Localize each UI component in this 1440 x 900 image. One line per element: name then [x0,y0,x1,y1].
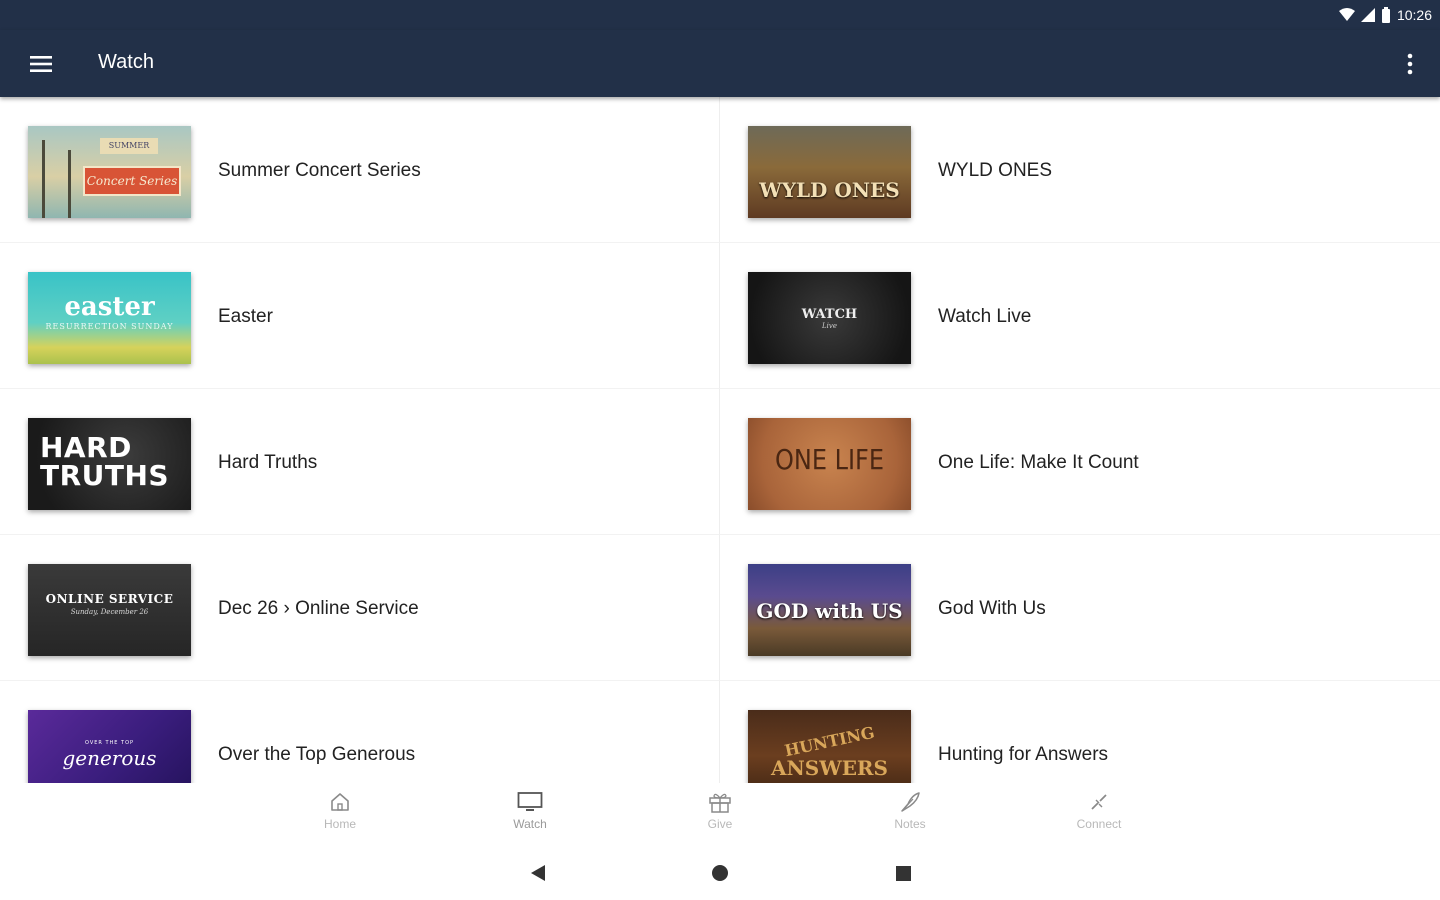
battery-icon [1381,7,1390,23]
home-icon [331,793,349,811]
status-bar: 10:26 [0,0,1440,30]
quill-icon [901,792,920,812]
list-item[interactable]: WATCH Live Watch Live [720,243,1440,389]
thumbnail-image: SUMMER Concert Series [28,126,191,218]
nav-home[interactable]: Home [295,791,385,831]
thumbnail-image: HUNTING ANSWERS [748,710,911,783]
series-grid: SUMMER Concert Series Summer Concert Ser… [0,97,1440,783]
item-title: Dec 26 › Online Service [218,598,419,619]
item-title: God With Us [938,598,1046,619]
thumbnail-image: GOD with US [748,564,911,656]
nav-connect[interactable]: Connect [1054,791,1144,831]
back-triangle-icon [531,865,545,881]
home-circle-icon [712,865,728,881]
recents-square-icon [895,865,911,881]
list-item[interactable]: ONLINE SERVICE Sunday, December 26 Dec 2… [0,535,720,681]
more-vert-icon [1407,53,1413,75]
item-title: Easter [218,306,273,327]
nav-notes[interactable]: Notes [865,791,955,831]
thumbnail-image: WYLD ONES [748,126,911,218]
item-title: Hard Truths [218,452,318,473]
list-item[interactable]: SUMMER Concert Series Summer Concert Ser… [0,97,720,243]
thumbnail-image: easter RESURRECTION SUNDAY [28,272,191,364]
list-item[interactable]: GOD with US God With Us [720,535,1440,681]
thumbnail-image: HARD TRUTHS [28,418,191,510]
thumbnail-image: OVER THE TOP generous [28,710,191,783]
list-item[interactable]: WYLD ONES WYLD ONES [720,97,1440,243]
status-icons: 10:26 [1338,5,1432,25]
item-title: Over the Top Generous [218,744,416,765]
menu-button[interactable] [22,48,60,80]
nav-give[interactable]: Give [675,791,765,831]
tv-icon [517,792,543,811]
thumbnail-image: ONE LIFE [748,418,911,510]
list-item[interactable]: easter RESURRECTION SUNDAY Easter [0,243,720,389]
app-bar: Watch [0,30,1440,97]
list-item[interactable]: HARD TRUTHS Hard Truths [0,389,720,535]
item-title: One Life: Make It Count [938,452,1139,473]
item-title: Hunting for Answers [938,744,1109,765]
thumbnail-image: WATCH Live [748,272,911,364]
item-title: Summer Concert Series [218,160,421,181]
connect-icon [1091,794,1107,810]
overflow-menu-button[interactable] [1398,48,1422,80]
list-item[interactable]: HUNTING ANSWERS Hunting for Answers [720,681,1440,783]
item-title: WYLD ONES [938,160,1053,181]
list-item[interactable]: OVER THE TOP generous Over the Top Gener… [0,681,720,783]
system-navigation-bar [0,845,1440,900]
item-title: Watch Live [938,306,1032,327]
page-title: Watch [98,51,154,73]
thumbnail-image: ONLINE SERVICE Sunday, December 26 [28,564,191,656]
wifi-icon [1338,8,1355,21]
system-recents-button[interactable] [891,863,915,883]
bottom-navigation: Home Watch Give Notes Connect [0,783,1440,845]
gift-icon [709,793,731,813]
cell-signal-icon [1360,8,1375,22]
hamburger-menu-icon [30,56,52,72]
nav-watch[interactable]: Watch [485,791,575,831]
system-back-button[interactable] [526,863,550,883]
list-item[interactable]: ONE LIFE One Life: Make It Count [720,389,1440,535]
system-home-button[interactable] [708,863,732,883]
status-time: 10:26 [1396,7,1432,23]
content-list: SUMMER Concert Series Summer Concert Ser… [0,97,1440,783]
